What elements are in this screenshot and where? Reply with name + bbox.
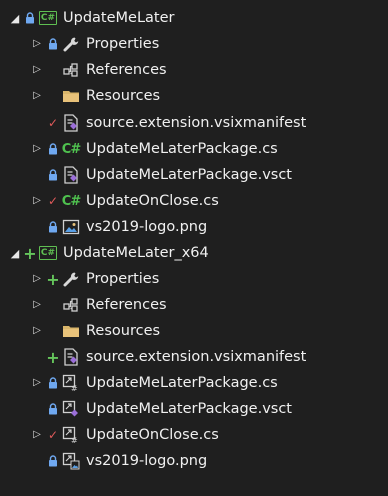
tree-row-references[interactable]: ▷ References xyxy=(0,292,388,318)
item-label: UpdateMeLaterPackage.vsct xyxy=(86,401,292,417)
pending-add-icon: + xyxy=(23,243,37,263)
csharp-file-icon: C# xyxy=(61,193,81,209)
collapsed-arrow-icon[interactable]: ▷ xyxy=(30,31,44,57)
lock-icon xyxy=(46,396,60,422)
lock-icon xyxy=(46,136,60,162)
tree-row-updateonclose-cs[interactable]: ▷ ✓ C# UpdateOnClose.cs xyxy=(0,188,388,214)
tree-row-project-updatemelater[interactable]: ◢ C# UpdateMeLater xyxy=(0,5,388,31)
tree-row-vsixmanifest[interactable]: + source.extension.vsixmanifest xyxy=(0,344,388,370)
pending-edit-icon: ✓ xyxy=(47,116,59,130)
wrench-icon xyxy=(62,270,80,288)
lock-icon xyxy=(46,448,60,474)
item-label: UpdateMeLaterPackage.vsct xyxy=(86,167,292,183)
image-file-icon xyxy=(62,218,80,236)
pending-add-icon: + xyxy=(46,269,60,289)
item-label: vs2019-logo.png xyxy=(86,219,208,235)
item-label: Properties xyxy=(86,36,160,52)
lock-icon xyxy=(23,5,37,31)
tree-row-logo-png[interactable]: vs2019-logo.png xyxy=(0,214,388,240)
wrench-icon xyxy=(62,35,80,53)
pending-add-icon: + xyxy=(46,347,60,367)
tree-row-resources[interactable]: ▷ Resources xyxy=(0,83,388,109)
linked-csharp-file-icon: # xyxy=(62,426,80,444)
project-name: UpdateMeLater_x64 xyxy=(63,245,209,261)
svg-text:#: # xyxy=(71,384,78,392)
tree-row-package-cs[interactable]: ▷ # UpdateMeLaterPackage.cs xyxy=(0,370,388,396)
collapsed-arrow-icon[interactable]: ▷ xyxy=(30,292,44,318)
collapsed-arrow-icon[interactable]: ▷ xyxy=(30,370,44,396)
csharp-file-icon: C# xyxy=(61,141,81,157)
vsct-file-icon xyxy=(62,400,80,418)
lock-icon xyxy=(46,370,60,396)
lock-icon xyxy=(46,214,60,240)
collapsed-arrow-icon[interactable]: ▷ xyxy=(30,266,44,292)
tree-row-updateonclose-cs[interactable]: ▷ ✓ # UpdateOnClose.cs xyxy=(0,422,388,448)
tree-row-vsixmanifest[interactable]: ✓ source.extension.vsixmanifest xyxy=(0,110,388,136)
item-label: References xyxy=(86,297,167,313)
lock-icon xyxy=(46,162,60,188)
tree-row-logo-png[interactable]: vs2019-logo.png xyxy=(0,448,388,474)
project-name: UpdateMeLater xyxy=(63,10,175,26)
manifest-file-icon xyxy=(62,348,80,366)
solution-explorer-tree: ◢ C# UpdateMeLater ▷ Properties ▷ Refere… xyxy=(0,0,388,496)
item-label: Properties xyxy=(86,271,160,287)
collapsed-arrow-icon[interactable]: ▷ xyxy=(30,318,44,344)
tree-row-resources[interactable]: ▷ Resources xyxy=(0,318,388,344)
expanded-arrow-icon[interactable]: ◢ xyxy=(8,240,22,266)
references-icon xyxy=(62,61,80,79)
item-label: vs2019-logo.png xyxy=(86,453,208,469)
collapsed-arrow-icon[interactable]: ▷ xyxy=(30,422,44,448)
pending-edit-icon: ✓ xyxy=(47,428,59,442)
item-label: source.extension.vsixmanifest xyxy=(86,115,307,131)
item-label: UpdateOnClose.cs xyxy=(86,193,219,209)
collapsed-arrow-icon[interactable]: ▷ xyxy=(30,83,44,109)
pending-edit-icon: ✓ xyxy=(47,194,59,208)
item-label: References xyxy=(86,62,167,78)
tree-row-package-vsct[interactable]: UpdateMeLaterPackage.vsct xyxy=(0,162,388,188)
image-file-icon xyxy=(62,452,80,470)
tree-row-package-cs[interactable]: ▷ C# UpdateMeLaterPackage.cs xyxy=(0,136,388,162)
lock-icon xyxy=(46,31,60,57)
tree-row-properties[interactable]: ▷ + Properties xyxy=(0,266,388,292)
item-label: Resources xyxy=(86,323,161,339)
csharp-project-icon: C# xyxy=(39,9,57,27)
folder-icon xyxy=(62,322,80,340)
vsct-file-icon xyxy=(62,166,80,184)
tree-row-project-updatemelater-x64[interactable]: ◢ + C# UpdateMeLater_x64 xyxy=(0,240,388,266)
manifest-file-icon xyxy=(62,114,80,132)
folder-icon xyxy=(62,87,80,105)
item-label: UpdateOnClose.cs xyxy=(86,427,219,443)
tree-row-references[interactable]: ▷ References xyxy=(0,57,388,83)
svg-text:#: # xyxy=(71,436,78,444)
item-label: UpdateMeLaterPackage.cs xyxy=(86,375,278,391)
references-icon xyxy=(62,296,80,314)
collapsed-arrow-icon[interactable]: ▷ xyxy=(30,136,44,162)
item-label: source.extension.vsixmanifest xyxy=(86,349,307,365)
collapsed-arrow-icon[interactable]: ▷ xyxy=(30,188,44,214)
expanded-arrow-icon[interactable]: ◢ xyxy=(8,5,22,31)
linked-csharp-file-icon: # xyxy=(62,374,80,392)
item-label: UpdateMeLaterPackage.cs xyxy=(86,141,278,157)
tree-row-properties[interactable]: ▷ Properties xyxy=(0,31,388,57)
collapsed-arrow-icon[interactable]: ▷ xyxy=(30,57,44,83)
csharp-project-icon: C# xyxy=(39,244,57,262)
item-label: Resources xyxy=(86,88,161,104)
tree-row-package-vsct[interactable]: UpdateMeLaterPackage.vsct xyxy=(0,396,388,422)
